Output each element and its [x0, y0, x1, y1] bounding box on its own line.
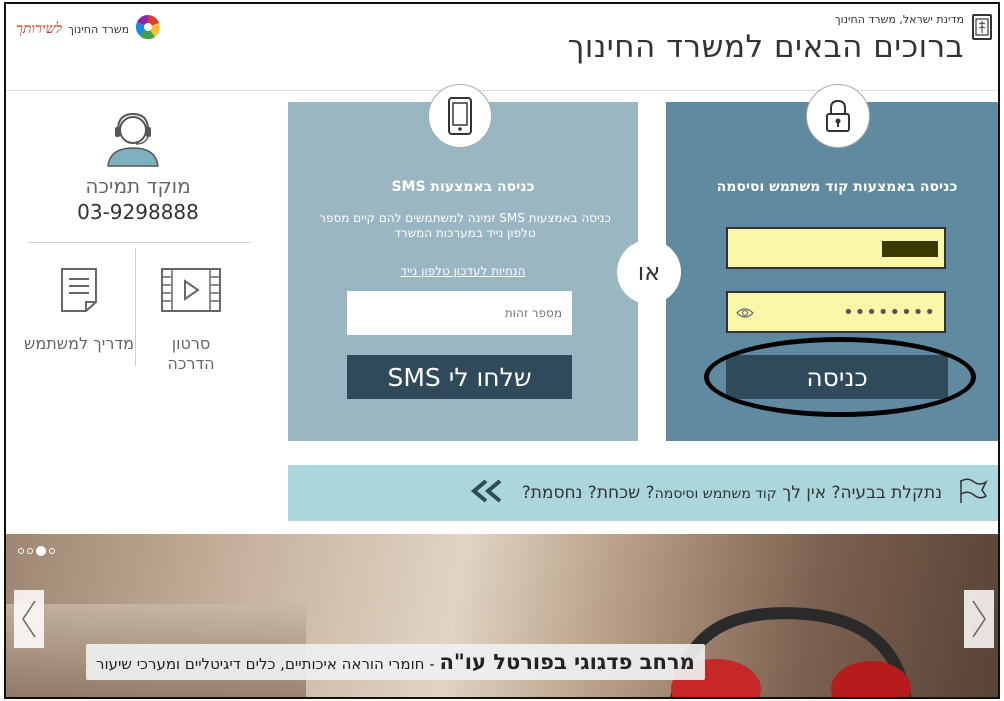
username-value-redacted	[882, 241, 938, 257]
login-submit-button[interactable]: כניסה	[726, 355, 948, 399]
banner-caption-rest: - חומרי הוראה איכותיים, כלים דיגיטליים ו…	[96, 655, 440, 673]
slider-dot[interactable]	[27, 548, 33, 554]
login-trouble-bar[interactable]: נתקלת בבעיה? אין לך קוד משתמש וסיסמה? שכ…	[288, 465, 998, 521]
slider-prev-arrow-icon[interactable]	[14, 590, 44, 648]
mobile-phone-icon	[428, 84, 492, 148]
user-guide-link[interactable]: מדריך למשתמש	[24, 334, 134, 354]
page-title: ברוכים הבאים למשרד החינוך	[567, 29, 964, 65]
trouble-text-end: ? שכחת? נחסמת?	[521, 483, 655, 503]
banner-caption[interactable]: מרחב פדגוגי בפורטל עו"ה - חומרי הוראה אי…	[86, 644, 705, 680]
slider-dot[interactable]	[49, 548, 55, 554]
slider-dots[interactable]	[18, 546, 55, 556]
support-vertical-divider	[135, 248, 136, 366]
slider-dot[interactable]	[18, 548, 24, 554]
user-guide-icon[interactable]	[56, 266, 102, 314]
headset-agent-icon	[98, 108, 168, 168]
trouble-text: נתקלת בבעיה? אין לך קוד משתמש וסיסמה? שכ…	[522, 483, 942, 503]
page: מדינת ישראל, משרד החינוך ברוכים הבאים למ…	[4, 2, 1000, 699]
support-divider	[28, 242, 250, 243]
logo-ministry-name: משרד החינוך	[68, 22, 130, 36]
password-field[interactable]: ••••••••	[726, 291, 946, 333]
username-field[interactable]	[726, 227, 946, 269]
slider-dot-active[interactable]	[36, 546, 46, 556]
logo-tagline: לשירותך	[16, 20, 63, 37]
video-tutorial-link[interactable]: סרטון הדרכה	[146, 334, 236, 374]
video-tutorial-icon[interactable]	[156, 266, 226, 314]
login-panel-title: כניסה באמצעות קוד משתמש וסיסמה	[716, 179, 958, 195]
promo-banner[interactable]: מרחב פדגוגי בפורטל עו"ה - חומרי הוראה אי…	[6, 534, 998, 697]
support-center-title: מוקד תמיכה	[85, 174, 191, 198]
or-separator: או	[617, 240, 681, 304]
trouble-text-small: קוד משתמש וסיסמה	[654, 486, 777, 502]
state-emblem-icon	[972, 14, 992, 40]
sms-panel-title: כניסה באמצעות SMS	[391, 179, 535, 195]
show-password-eye-icon[interactable]	[736, 305, 754, 324]
password-mask: ••••••••	[843, 302, 936, 323]
slider-next-arrow-icon[interactable]	[964, 590, 994, 648]
id-number-input[interactable]	[347, 291, 572, 335]
banner-caption-bold: מרחב פדגוגי בפורטל עו"ה	[439, 650, 695, 674]
trouble-text-main: נתקלת בבעיה? אין לך	[782, 483, 942, 503]
sms-description: כניסה באמצעות SMS זמינה למשתמשים להם קיי…	[319, 211, 611, 240]
support-phone[interactable]: 03-9298888	[28, 200, 248, 224]
update-phone-link[interactable]: הנחיות לעדכון טלפון נייד	[288, 264, 638, 278]
send-sms-button[interactable]: שלחו לי SMS	[347, 355, 572, 399]
lock-icon	[806, 84, 870, 148]
double-chevron-left-icon[interactable]	[468, 477, 504, 509]
ministry-logo[interactable]: לשירותך משרד החינוך	[16, 14, 161, 44]
colorful-logo-icon	[135, 14, 161, 44]
flag-icon	[958, 478, 988, 508]
gov-title: מדינת ישראל, משרד החינוך	[834, 13, 964, 26]
